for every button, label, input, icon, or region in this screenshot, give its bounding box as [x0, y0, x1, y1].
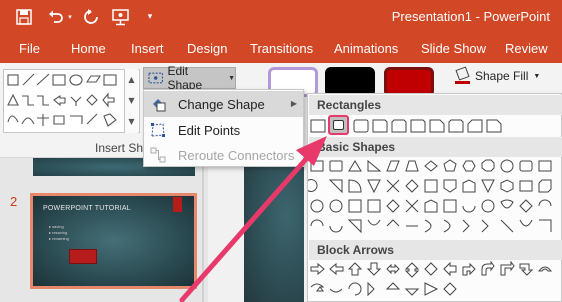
edit-points-icon — [151, 123, 165, 137]
scroll-down-icon[interactable]: ▼ — [125, 90, 138, 111]
rounded-rectangle-icon — [333, 120, 344, 130]
paint-bucket-icon — [455, 66, 470, 84]
chevron-down-icon: ▼ — [228, 74, 235, 82]
current-slide-canvas[interactable] — [244, 158, 304, 302]
tab-animations[interactable]: Animations — [334, 41, 398, 56]
basic-shapes-header: Basic Shapes — [309, 137, 562, 157]
reroute-connectors-label: Reroute Connectors — [178, 148, 295, 163]
tab-insert[interactable]: Insert — [131, 41, 164, 56]
undo-dropdown-icon[interactable]: ▾ — [66, 7, 74, 27]
gallery-scrollbar[interactable]: ▲ ▼ ▼ — [124, 69, 138, 133]
thumbnail-title: POWERPOINT TUTORIAL — [43, 205, 131, 212]
chevron-down-icon: ▼ — [533, 72, 541, 80]
rounded-rectangle-shape-option[interactable] — [328, 115, 349, 135]
shape-fill-button[interactable]: Shape Fill ▼ — [455, 66, 541, 84]
change-shape-icon — [153, 99, 166, 112]
block-arrows-grid[interactable] — [308, 261, 562, 301]
basic-shapes-grid[interactable] — [308, 158, 562, 240]
reroute-connectors-icon — [150, 147, 166, 163]
edit-shape-label: Edit Shape — [167, 64, 203, 92]
customize-quick-access-icon[interactable]: ▾ — [144, 7, 156, 27]
edit-points-label: Edit Points — [178, 123, 241, 138]
undo-icon[interactable] — [47, 7, 65, 27]
menu-item-reroute-connectors[interactable]: Reroute Connectors — [144, 142, 303, 168]
edit-shape-button[interactable]: Edit Shape ▼ — [143, 64, 236, 92]
thumbnail-red-rectangle — [69, 249, 97, 264]
save-icon[interactable] — [14, 7, 34, 27]
edit-shape-icon — [148, 72, 164, 84]
submenu-arrow-icon: ▶ — [290, 99, 297, 108]
thumbnail-bullets: ▸ saving ▸ resaving ▸ renaming — [49, 224, 69, 241]
thumbnail-red-shape — [173, 197, 182, 212]
menu-item-edit-points[interactable]: Edit Points — [144, 117, 303, 143]
block-arrows-header: Block Arrows — [309, 240, 562, 260]
tab-home[interactable]: Home — [71, 41, 106, 56]
edit-shape-menu: Change Shape ▶ Edit Points Reroute Conne… — [143, 89, 304, 167]
present-from-beginning-icon[interactable] — [110, 7, 132, 27]
menu-item-change-shape[interactable]: Change Shape ▶ — [144, 91, 303, 117]
pane-splitter[interactable] — [202, 158, 204, 302]
tab-review[interactable]: Review — [505, 41, 548, 56]
change-shape-label: Change Shape — [178, 97, 265, 112]
slide-number: 2 — [10, 194, 18, 209]
slide-thumbnail-2[interactable]: POWERPOINT TUTORIAL ▸ saving ▸ resaving … — [30, 193, 197, 289]
tab-transitions[interactable]: Transitions — [250, 41, 313, 56]
redo-icon[interactable] — [82, 7, 100, 27]
tab-slide-show[interactable]: Slide Show — [421, 41, 486, 56]
window-title: Presentation1 - PowerPoint — [391, 9, 550, 24]
gallery-more-icon[interactable]: ▼ — [125, 111, 138, 132]
scroll-up-icon[interactable]: ▲ — [125, 69, 138, 90]
rectangles-header: Rectangles — [309, 95, 562, 115]
tab-file[interactable]: File — [19, 41, 40, 56]
title-bar: ▾ ▾ Presentation1 - PowerPoint — [0, 0, 562, 34]
ribbon-tabs: File Home Insert Design Transitions Anim… — [0, 34, 562, 63]
insert-shapes-gallery[interactable] — [3, 69, 140, 133]
tab-design[interactable]: Design — [187, 41, 227, 56]
shape-fill-label: Shape Fill — [475, 69, 529, 83]
